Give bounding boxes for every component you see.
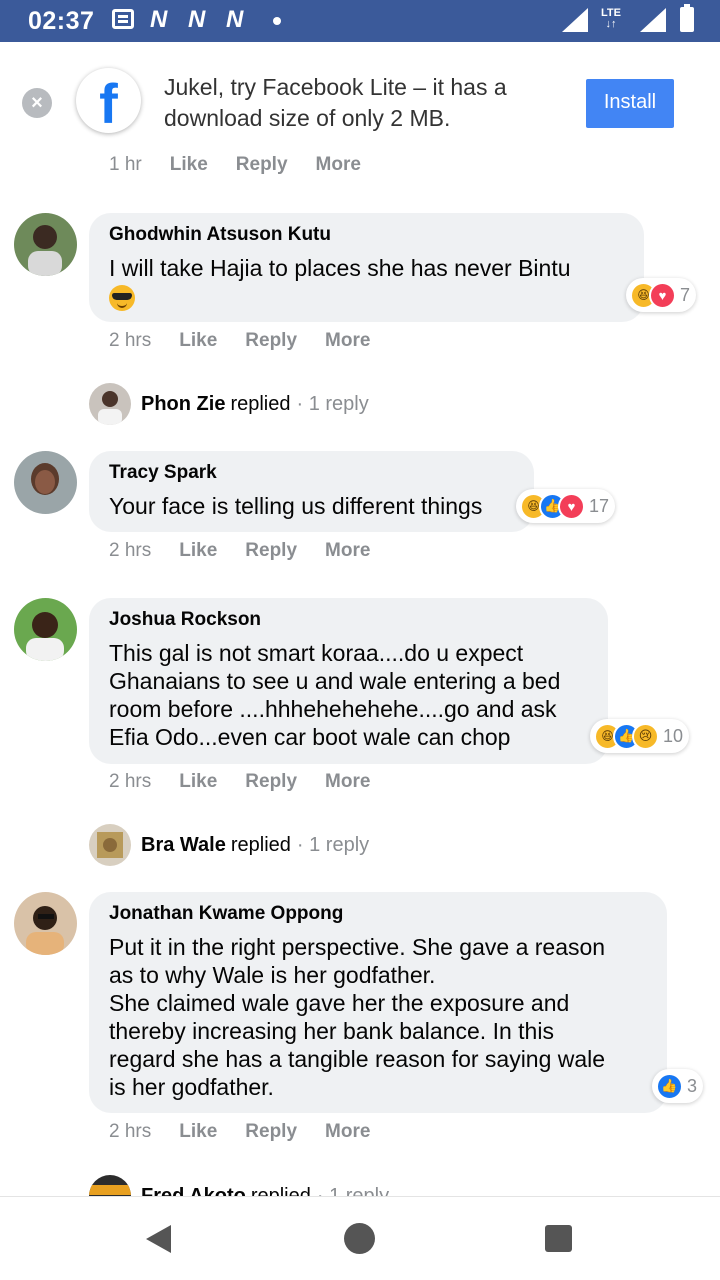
close-icon[interactable]: × [22, 88, 52, 118]
replier-name[interactable]: Bra Wale [141, 834, 226, 857]
comment-author[interactable]: Jonathan Kwame Oppong [109, 903, 647, 925]
comment-meta-row: 2 hrs Like Reply More [109, 330, 398, 352]
like-button[interactable]: Like [179, 771, 217, 793]
wifi-signal-icon [562, 8, 588, 32]
reply-button[interactable]: Reply [236, 154, 288, 176]
reply-button[interactable]: Reply [245, 1121, 297, 1143]
avatar[interactable] [14, 451, 77, 514]
reaction-summary[interactable]: 😆 👍 😢 10 [590, 719, 690, 753]
cell-signal-icon [640, 8, 666, 32]
reaction-count: 17 [589, 495, 610, 516]
more-button[interactable]: More [325, 330, 370, 352]
reaction-summary[interactable]: 👍 3 [652, 1069, 704, 1103]
avatar [89, 383, 131, 425]
comment-meta-row: 1 hr Like Reply More [109, 154, 389, 176]
reply-button[interactable]: Reply [245, 540, 297, 562]
comment-bubble[interactable]: Jonathan Kwame Oppong Put it in the righ… [89, 892, 667, 1113]
replied-label: replied [250, 1184, 311, 1197]
like-button[interactable]: Like [179, 1121, 217, 1143]
lte-icon: LTE ↓↑ [601, 7, 621, 30]
comment-feed[interactable]: 1 hr Like Reply More Ghodwhin Atsuson Ku… [0, 152, 720, 1196]
avatar [89, 1175, 131, 1196]
banner-message: Jukel, try Facebook Lite – it has a down… [164, 74, 507, 131]
comment-text: This gal is not smart koraa....do u expe… [109, 640, 561, 750]
reply-count: · 1 reply [296, 392, 369, 415]
recent-apps-icon[interactable] [545, 1225, 572, 1252]
comment-author[interactable]: Tracy Spark [109, 462, 514, 484]
comment-text: Your face is telling us different things [109, 493, 483, 519]
comment-time: 2 hrs [109, 540, 152, 561]
love-reaction-icon: ♥ [558, 492, 585, 520]
avatar[interactable] [14, 213, 77, 276]
comment-time: 1 hr [109, 154, 142, 175]
reaction-count: 10 [663, 725, 684, 746]
system-navigation-bar [0, 1196, 720, 1280]
message-notification-icon [112, 9, 134, 29]
comment-bubble[interactable]: Tracy Spark Your face is telling us diff… [89, 451, 534, 532]
like-button[interactable]: Like [170, 154, 208, 176]
comment-time: 2 hrs [109, 1121, 152, 1142]
more-button[interactable]: More [325, 1121, 370, 1143]
n-notification-icon: N [150, 6, 168, 33]
comment-time: 2 hrs [109, 330, 152, 351]
reply-button[interactable]: Reply [245, 330, 297, 352]
more-notifications-dot-icon [273, 17, 281, 25]
comment-text: I will take Hajia to places she has neve… [109, 254, 624, 311]
replier-name[interactable]: Phon Zie [141, 393, 225, 416]
like-button[interactable]: Like [179, 540, 217, 562]
sad-reaction-icon: 😢 [632, 722, 659, 750]
avatar[interactable] [14, 892, 77, 955]
reply-count: · 1 reply [316, 1184, 390, 1197]
comment-meta-row: 2 hrs Like Reply More [109, 771, 398, 793]
status-bar: 02:37 N N N LTE ↓↑ [0, 0, 720, 42]
reaction-summary[interactable]: 😆 👍 ♥ 17 [516, 489, 616, 523]
install-button[interactable]: Install [586, 79, 674, 128]
view-replies-row[interactable]: Bra Wale replied · 1 reply [89, 824, 369, 866]
comment-bubble[interactable]: Joshua Rockson This gal is not smart kor… [89, 598, 608, 764]
comment-bubble[interactable]: Ghodwhin Atsuson Kutu I will take Hajia … [89, 213, 644, 322]
replied-label: replied [230, 833, 291, 856]
facebook-logo-icon: f [76, 68, 141, 133]
reaction-count: 7 [680, 284, 691, 305]
like-reaction-icon: 👍 [656, 1072, 683, 1100]
avatar [89, 824, 131, 866]
love-reaction-icon: ♥ [649, 281, 676, 309]
view-replies-row[interactable]: Phon Zie replied · 1 reply [89, 383, 369, 425]
comment-meta-row: 2 hrs Like Reply More [109, 1121, 398, 1143]
comment-author[interactable]: Joshua Rockson [109, 609, 588, 631]
reply-count: · 1 reply [296, 833, 370, 856]
more-button[interactable]: More [325, 771, 370, 793]
n-notification-icon: N [188, 6, 206, 33]
cool-emoji-icon [109, 284, 135, 311]
reply-button[interactable]: Reply [245, 771, 297, 793]
more-button[interactable]: More [325, 540, 370, 562]
comment-meta-row: 2 hrs Like Reply More [109, 540, 398, 562]
comment-time: 2 hrs [109, 771, 152, 792]
home-icon[interactable] [344, 1223, 375, 1254]
comment-text: Put it in the right perspective. She gav… [109, 934, 606, 1100]
reaction-count: 3 [687, 1075, 698, 1096]
n-notification-icon: N [226, 6, 244, 33]
more-button[interactable]: More [316, 154, 361, 176]
replied-label: replied [230, 392, 291, 415]
view-replies-row[interactable]: Fred Akoto replied · 1 reply [89, 1175, 389, 1196]
back-icon[interactable] [146, 1225, 171, 1253]
like-button[interactable]: Like [179, 330, 217, 352]
comment-author[interactable]: Ghodwhin Atsuson Kutu [109, 224, 624, 246]
battery-icon [680, 4, 694, 32]
avatar[interactable] [14, 598, 77, 661]
replier-name[interactable]: Fred Akoto [141, 1185, 246, 1197]
reaction-summary[interactable]: 😆 ♥ 7 [626, 278, 697, 312]
status-time: 02:37 [28, 7, 95, 35]
